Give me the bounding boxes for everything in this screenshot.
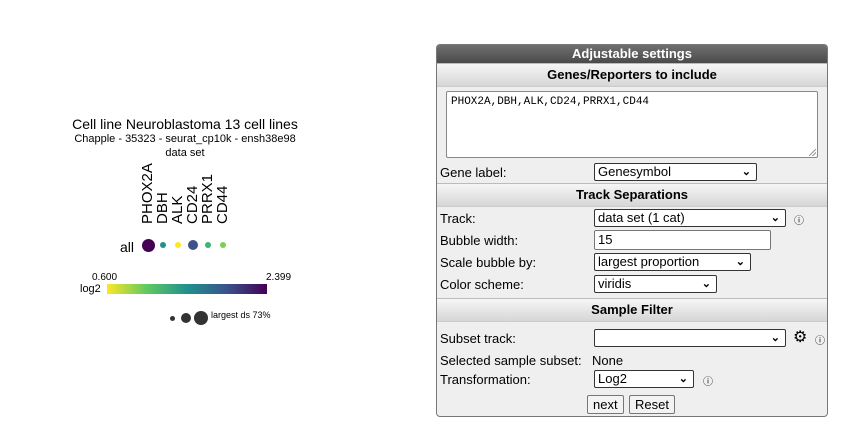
gene-label-label: Gene label: [440, 165, 507, 180]
subset-select[interactable]: ⌄ [594, 329, 786, 347]
color-scheme-row: Color scheme: viridis ⌄ [437, 273, 827, 295]
chevron-down-icon: ⌄ [770, 332, 780, 344]
panel-title: Adjustable settings [437, 45, 827, 63]
sample-section-header: Sample Filter [437, 298, 827, 322]
chevron-down-icon: ⌄ [701, 278, 711, 290]
colorbar-unit: log2 [80, 283, 101, 295]
subset-row: Subset track: ⌄ ⚙ ⓘ [437, 327, 827, 349]
bubble-phox2a [142, 239, 155, 252]
bubble-width-row: Bubble width: 15 [437, 229, 827, 251]
bubble-plot: Cell line Neuroblastoma 13 cell lines Ch… [0, 0, 420, 438]
plot-title: Cell line Neuroblastoma 13 cell lines [72, 116, 298, 132]
track-label: Track: [440, 211, 476, 226]
bubble-cd44 [220, 242, 226, 248]
scale-select[interactable]: largest proportion ⌄ [594, 253, 751, 271]
viridis-colorbar [107, 284, 267, 294]
info-icon[interactable]: ⓘ [703, 373, 713, 388]
gene-label-row: Gene label: Genesymbol ⌄ [437, 161, 827, 183]
size-legend-label: largest ds 73% [211, 310, 271, 320]
genes-text: PHOX2A,DBH,ALK,CD24,PRRX1,CD44 [451, 96, 650, 108]
colorbar-min: 0.600 [92, 272, 118, 283]
track-section-header: Track Separations [437, 183, 827, 207]
info-icon[interactable]: ⓘ [794, 212, 804, 227]
size-legend-large [194, 311, 208, 325]
chevron-down-icon: ⌄ [735, 256, 745, 268]
bubble-width-input[interactable]: 15 [594, 230, 771, 250]
bubble-dbh [160, 242, 166, 248]
row-label-all: all [120, 239, 135, 255]
size-legend-small [170, 316, 175, 321]
scale-label: Scale bubble by: [440, 255, 537, 270]
genes-section-header: Genes/Reporters to include [437, 63, 827, 87]
genes-textarea[interactable]: PHOX2A,DBH,ALK,CD24,PRRX1,CD44 [446, 91, 818, 158]
next-button[interactable]: next [587, 395, 624, 414]
gear-icon[interactable]: ⚙ [793, 327, 807, 347]
track-row: Track: data set (1 cat) ⌄ ⓘ [437, 207, 827, 229]
size-legend-medium [181, 313, 191, 323]
settings-panel: Adjustable settings Genes/Reporters to i… [436, 44, 828, 417]
bubble-alk [175, 242, 181, 248]
bubble-width-label: Bubble width: [440, 233, 519, 248]
color-scheme-select[interactable]: viridis ⌄ [594, 275, 717, 293]
info-icon[interactable]: ⓘ [815, 332, 825, 347]
subset-label: Subset track: [440, 331, 516, 346]
resize-grip-icon[interactable] [809, 149, 816, 156]
reset-button[interactable]: Reset [629, 395, 675, 414]
selected-subset-label: Selected sample subset: [440, 353, 582, 368]
chevron-down-icon: ⌄ [741, 166, 751, 178]
selected-subset-row: Selected sample subset: None [437, 349, 827, 368]
gene-label-select[interactable]: Genesymbol ⌄ [594, 163, 757, 181]
chevron-down-icon: ⌄ [770, 212, 780, 224]
colorbar-max: 2.399 [266, 272, 292, 283]
plot-subtitle: Chapple - 35323 - seurat_cp10k - ensh38e… [74, 133, 296, 145]
track-select[interactable]: data set (1 cat) ⌄ [594, 209, 786, 227]
scale-row: Scale bubble by: largest proportion ⌄ [437, 251, 827, 273]
gene-label-cd44: CD44 [214, 185, 231, 224]
action-buttons: next Reset [587, 395, 676, 414]
color-scheme-label: Color scheme: [440, 277, 524, 292]
transformation-label: Transformation: [440, 372, 531, 387]
bubble-cd24 [188, 240, 198, 250]
transformation-select[interactable]: Log2 ⌄ [594, 370, 694, 388]
bubble-prrx1 [205, 242, 211, 248]
chevron-down-icon: ⌄ [678, 373, 688, 385]
transformation-row: Transformation: Log2 ⌄ ⓘ [437, 368, 827, 390]
selected-subset-value: None [592, 353, 624, 368]
